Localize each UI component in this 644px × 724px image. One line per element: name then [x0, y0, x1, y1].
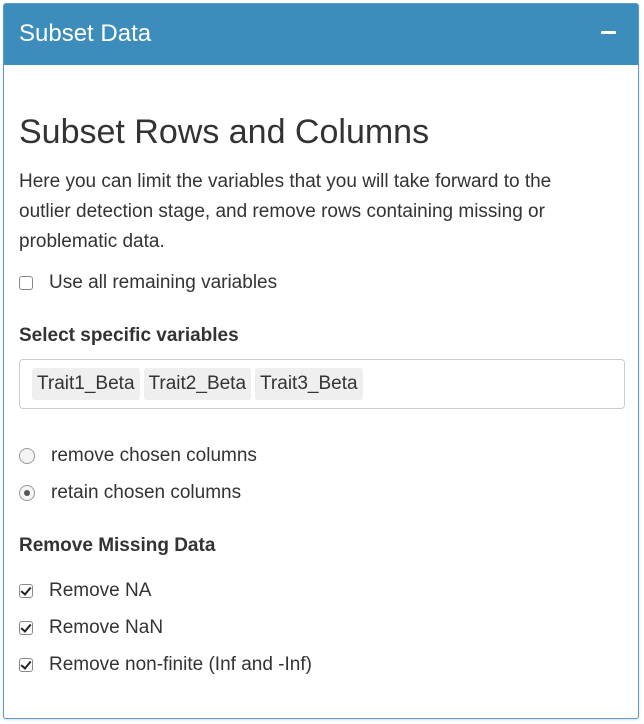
- collapse-button[interactable]: [594, 18, 624, 48]
- remove-columns-option[interactable]: remove chosen columns: [19, 443, 257, 469]
- retain-columns-radio[interactable]: [19, 485, 35, 501]
- remove-non-finite-option[interactable]: Remove non-finite (Inf and -Inf): [19, 652, 312, 678]
- remove-columns-radio[interactable]: [19, 448, 35, 464]
- use-all-variables-option[interactable]: Use all remaining variables: [19, 270, 277, 296]
- retain-columns-option[interactable]: retain chosen columns: [19, 480, 241, 506]
- remove-nan-checkbox[interactable]: [19, 621, 33, 635]
- remove-na-checkbox[interactable]: [19, 584, 33, 598]
- panel-header: Subset Data: [4, 4, 638, 65]
- section-description: Here you can limit the variables that yo…: [19, 171, 552, 252]
- panel-title: Subset Data: [19, 20, 152, 47]
- select-variables-label: Select specific variables: [19, 325, 239, 346]
- remove-non-finite-label[interactable]: Remove non-finite (Inf and -Inf): [49, 653, 312, 677]
- use-all-variables-checkbox[interactable]: [19, 276, 33, 290]
- remove-columns-label[interactable]: remove chosen columns: [51, 444, 257, 468]
- selected-variable-tag[interactable]: Trait3_Beta: [255, 368, 363, 400]
- remove-nan-label[interactable]: Remove NaN: [49, 616, 163, 640]
- minus-icon: [601, 31, 616, 34]
- remove-na-option[interactable]: Remove NA: [19, 578, 151, 604]
- selected-variable-tag[interactable]: Trait2_Beta: [143, 368, 252, 400]
- remove-non-finite-checkbox[interactable]: [19, 658, 33, 672]
- remove-na-label[interactable]: Remove NA: [49, 579, 151, 603]
- variables-select-input[interactable]: Trait1_Beta Trait2_Beta Trait3_Beta: [19, 359, 625, 409]
- section-title: Subset Rows and Columns: [19, 113, 430, 151]
- remove-missing-label: Remove Missing Data: [19, 535, 216, 556]
- subset-data-panel: Subset Data Subset Rows and Columns Here…: [3, 3, 639, 719]
- use-all-variables-label[interactable]: Use all remaining variables: [49, 271, 277, 295]
- selected-variable-tag[interactable]: Trait1_Beta: [32, 368, 140, 400]
- remove-nan-option[interactable]: Remove NaN: [19, 615, 163, 641]
- retain-columns-label[interactable]: retain chosen columns: [51, 481, 241, 505]
